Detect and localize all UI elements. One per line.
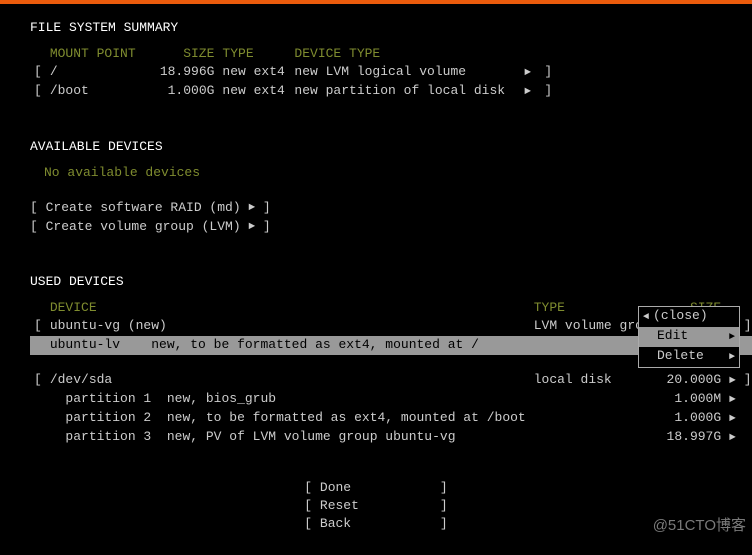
fs-size: 1.000G	[156, 82, 219, 101]
used-hdr-device: DEVICE	[46, 299, 530, 317]
fs-mount: /boot	[46, 82, 156, 101]
reset-button[interactable]: [ Reset]	[0, 497, 752, 515]
device-size: 20.000G	[663, 371, 726, 390]
partition-entry: partition 2 new, to be formatted as ext4…	[46, 409, 530, 428]
menu-close[interactable]: (close)	[639, 307, 739, 327]
chevron-right-icon	[729, 371, 736, 390]
used-row-disk[interactable]: [ /dev/sda local disk 20.000G ]	[30, 371, 752, 390]
partition-entry: partition 3 new, PV of LVM volume group …	[46, 428, 530, 447]
action-label: Create volume group (LVM)	[46, 218, 241, 236]
chevron-right-icon	[524, 82, 531, 101]
device-size: 18.997G	[663, 428, 726, 447]
used-row-partition[interactable]: partition 1 new, bios_grub 1.000M	[30, 390, 752, 409]
chevron-right-icon	[729, 347, 735, 367]
used-row-partition[interactable]: partition 2 new, to be formatted as ext4…	[30, 409, 752, 428]
action-label: Create software RAID (md)	[46, 199, 241, 217]
create-lvm-action[interactable]: [ Create volume group (LVM) ]	[30, 217, 722, 236]
device-entry: ubuntu-lv new, to be formatted as ext4, …	[46, 336, 530, 355]
used-row-partition[interactable]: partition 3 new, PV of LVM volume group …	[30, 428, 752, 447]
chevron-right-icon	[524, 63, 531, 82]
fs-type: new ext4	[218, 63, 290, 82]
chevron-right-icon	[729, 409, 736, 428]
fs-hdr-type: TYPE	[218, 45, 290, 63]
fs-row[interactable]: [ /boot 1.000G new ext4 new partition of…	[30, 82, 556, 101]
section-title-available: AVAILABLE DEVICES	[30, 139, 722, 154]
device-name: /dev/sda	[46, 371, 530, 390]
chevron-right-icon	[248, 198, 255, 217]
device-size: 1.000G	[663, 409, 726, 428]
fs-devtype: new partition of local disk	[290, 82, 520, 101]
fs-type: new ext4	[218, 82, 290, 101]
footer-buttons: [ Done] [ Reset] [ Back]	[0, 479, 752, 533]
menu-edit[interactable]: Edit	[639, 327, 739, 347]
section-title-used: USED DEVICES	[30, 274, 722, 289]
partition-entry: partition 1 new, bios_grub	[46, 390, 530, 409]
watermark: @51CTO博客	[653, 514, 746, 535]
device-name: ubuntu-vg (new)	[46, 317, 530, 336]
chevron-right-icon	[729, 390, 736, 409]
filesystem-table: MOUNT POINT SIZE TYPE DEVICE TYPE [ / 18…	[30, 45, 556, 101]
device-type: local disk	[530, 371, 663, 390]
fs-mount: /	[46, 63, 156, 82]
back-button[interactable]: [ Back]	[0, 515, 752, 533]
fs-size: 18.996G	[156, 63, 219, 82]
fs-hdr-size: SIZE	[156, 45, 219, 63]
fs-devtype: new LVM logical volume	[290, 63, 520, 82]
fs-hdr-devtype: DEVICE TYPE	[290, 45, 520, 63]
chevron-left-icon	[643, 307, 649, 327]
section-title-filesystem: FILE SYSTEM SUMMARY	[30, 20, 722, 35]
fs-hdr-mount: MOUNT POINT	[46, 45, 156, 63]
chevron-right-icon	[729, 327, 735, 347]
no-available-devices: No available devices	[44, 164, 722, 182]
done-button[interactable]: [ Done]	[0, 479, 752, 497]
chevron-right-icon	[729, 428, 736, 447]
create-raid-action[interactable]: [ Create software RAID (md) ]	[30, 198, 722, 217]
chevron-right-icon	[248, 217, 255, 236]
menu-delete[interactable]: Delete	[639, 347, 739, 367]
fs-row[interactable]: [ / 18.996G new ext4 new LVM logical vol…	[30, 63, 556, 82]
device-size: 1.000M	[663, 390, 726, 409]
context-menu: (close) Edit Delete	[638, 306, 740, 368]
